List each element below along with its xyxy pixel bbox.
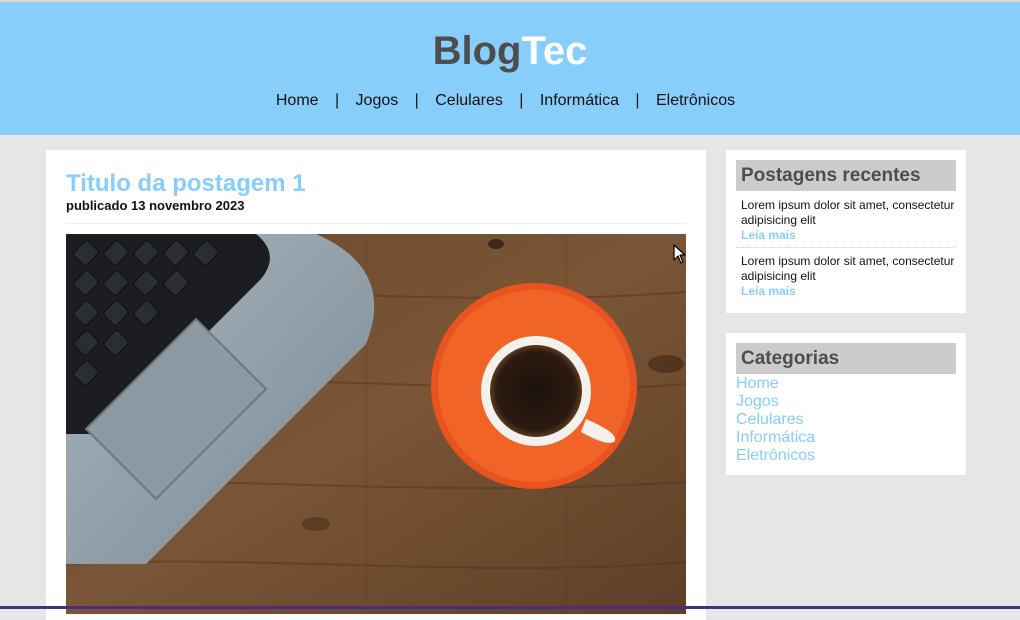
category-home[interactable]: Home: [736, 375, 815, 393]
categories-widget: Categorias Home Jogos Celulares Informát…: [726, 333, 966, 475]
nav-separator: |: [635, 92, 640, 109]
main-nav: Home | Jogos | Celulares | Informática | Eletrôn…: [0, 91, 1011, 111]
nav-informatica[interactable]: Informática: [540, 92, 619, 109]
recent-divider: [736, 247, 956, 248]
category-list: Home Jogos Celulares Informática Eletrôn…: [736, 375, 815, 465]
nav-jogos[interactable]: Jogos: [356, 92, 399, 109]
nav-eletronicos[interactable]: Eletrônicos: [656, 92, 735, 109]
logo-tec: Tec: [521, 29, 588, 73]
post-title[interactable]: Titulo da postagem 1: [66, 170, 306, 198]
category-celulares[interactable]: Celulares: [736, 411, 815, 429]
recent-post-text: Lorem ipsum dolor sit amet, consectetur …: [741, 254, 955, 283]
post-image: [66, 234, 686, 614]
recent-post-item: Lorem ipsum dolor sit amet, consectetur …: [736, 198, 956, 243]
read-more-link[interactable]: Leia mais: [736, 228, 956, 243]
category-eletronicos[interactable]: Eletrônicos: [736, 447, 815, 465]
mouse-cursor-icon: [673, 244, 686, 264]
site-logo[interactable]: BlogTec: [0, 29, 1020, 73]
post-card: Titulo da postagem 1 publicado 13 novemb…: [46, 150, 706, 620]
recent-post-text: Lorem ipsum dolor sit amet, consectetur …: [741, 198, 955, 227]
post-date: publicado 13 novembro 2023: [66, 198, 245, 213]
post-divider: [66, 223, 686, 224]
recent-posts-widget: Postagens recentes Lorem ipsum dolor sit…: [726, 150, 966, 313]
recent-post-item: Lorem ipsum dolor sit amet, consectetur …: [736, 254, 956, 299]
category-jogos[interactable]: Jogos: [736, 393, 815, 411]
read-more-link[interactable]: Leia mais: [736, 284, 956, 299]
recent-posts-title: Postagens recentes: [736, 160, 956, 191]
categories-title: Categorias: [736, 343, 956, 374]
nav-celulares[interactable]: Celulares: [435, 92, 503, 109]
category-informatica[interactable]: Informática: [736, 429, 815, 447]
nav-separator: |: [334, 92, 340, 109]
nav-separator: |: [414, 92, 419, 109]
nav-home[interactable]: Home: [276, 92, 319, 109]
site-header: BlogTec Home | Jogos | Celulares | Informática…: [0, 2, 1020, 135]
nav-separator: |: [519, 92, 524, 109]
logo-blog: Blog: [432, 29, 522, 73]
